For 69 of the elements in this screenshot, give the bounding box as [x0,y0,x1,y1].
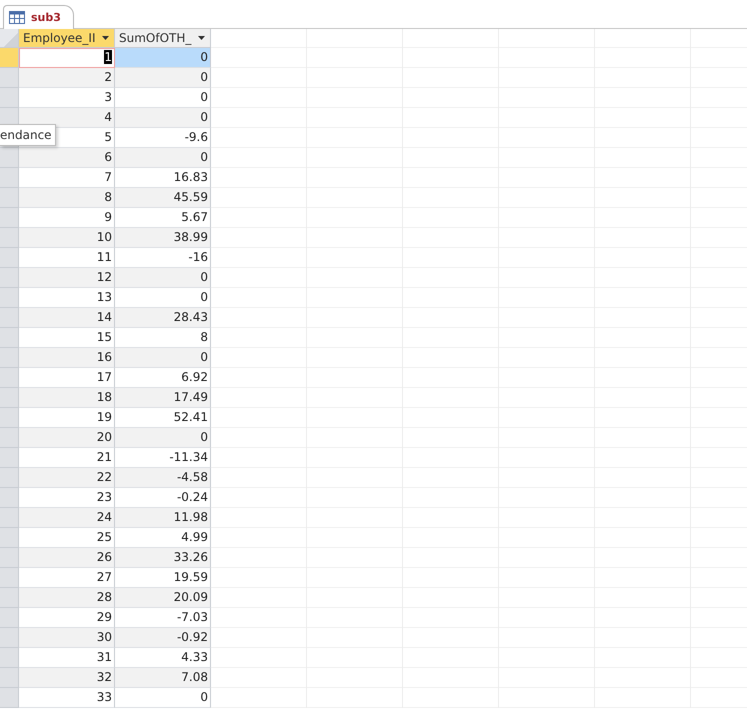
table-cell: -11.34 [115,448,211,468]
table-cell: 31 [19,648,115,668]
table-cell: 33.26 [115,548,211,568]
table-cell: 4.99 [115,528,211,548]
table-cell: 0 [115,148,211,168]
table-cell: 20 [19,428,115,448]
table-cell: 0 [115,48,211,68]
table-cell: 1 [19,48,115,68]
table-cell: 6 [19,148,115,168]
table-cell: 10 [19,228,115,248]
table-cell: 32 [19,668,115,688]
tooltip: endance [0,124,56,146]
table-cell: 26 [19,548,115,568]
table-cell: 13 [19,288,115,308]
table-cell: 15 [19,328,115,348]
table-cell: 0 [115,348,211,368]
table-cell: 30 [19,628,115,648]
table-cell: 19.59 [115,568,211,588]
table-cell: 0 [115,268,211,288]
table-cell: 8 [19,188,115,208]
table-cell: 17.49 [115,388,211,408]
column-header[interactable]: Employee_II [19,29,115,48]
table-cell: 45.59 [115,188,211,208]
table-cell: 7 [19,168,115,188]
table-cell: 27 [19,568,115,588]
table-cell: 22 [19,468,115,488]
table-cell: 16.83 [115,168,211,188]
table-cell: -4.58 [115,468,211,488]
table-cell: 33 [19,688,115,708]
table-cell: 17 [19,368,115,388]
table-cell: 29 [19,608,115,628]
document-tab[interactable]: sub3 [3,5,74,29]
table-cell: 3 [19,88,115,108]
table-cell: 19 [19,408,115,428]
table-cell: 0 [115,108,211,128]
table-cell: 8 [115,328,211,348]
table-cell: 16 [19,348,115,368]
table-cell: 6.92 [115,368,211,388]
table-cell: 0 [115,428,211,448]
table-cell: 28.43 [115,308,211,328]
table-cell: 0 [115,288,211,308]
table-cell: -0.24 [115,488,211,508]
table-cell: 11 [19,248,115,268]
table-cell: 2 [19,68,115,88]
table-cell: 0 [115,688,211,708]
table-cell: 20.09 [115,588,211,608]
table-cell: 11.98 [115,508,211,528]
table-cell: 28 [19,588,115,608]
table-cell: 38.99 [115,228,211,248]
table-cell: 52.41 [115,408,211,428]
table-cell: -0.92 [115,628,211,648]
table-cell: 4.33 [115,648,211,668]
table-cell: -16 [115,248,211,268]
table-cell: 4 [19,108,115,128]
table-cell: 12 [19,268,115,288]
table-cell: 7.08 [115,668,211,688]
table-cell: 24 [19,508,115,528]
table-cell: -7.03 [115,608,211,628]
table-cell: 9 [19,208,115,228]
table-cell: 18 [19,388,115,408]
table-cell: 14 [19,308,115,328]
table-cell: 0 [115,68,211,88]
table-cell: 25 [19,528,115,548]
table-cell: -9.6 [115,128,211,148]
table-cell: 5.67 [115,208,211,228]
table-cell: 23 [19,488,115,508]
table-cell: 21 [19,448,115,468]
column-header[interactable]: SumOfOTH_ [115,29,211,48]
table-cell: 0 [115,88,211,108]
